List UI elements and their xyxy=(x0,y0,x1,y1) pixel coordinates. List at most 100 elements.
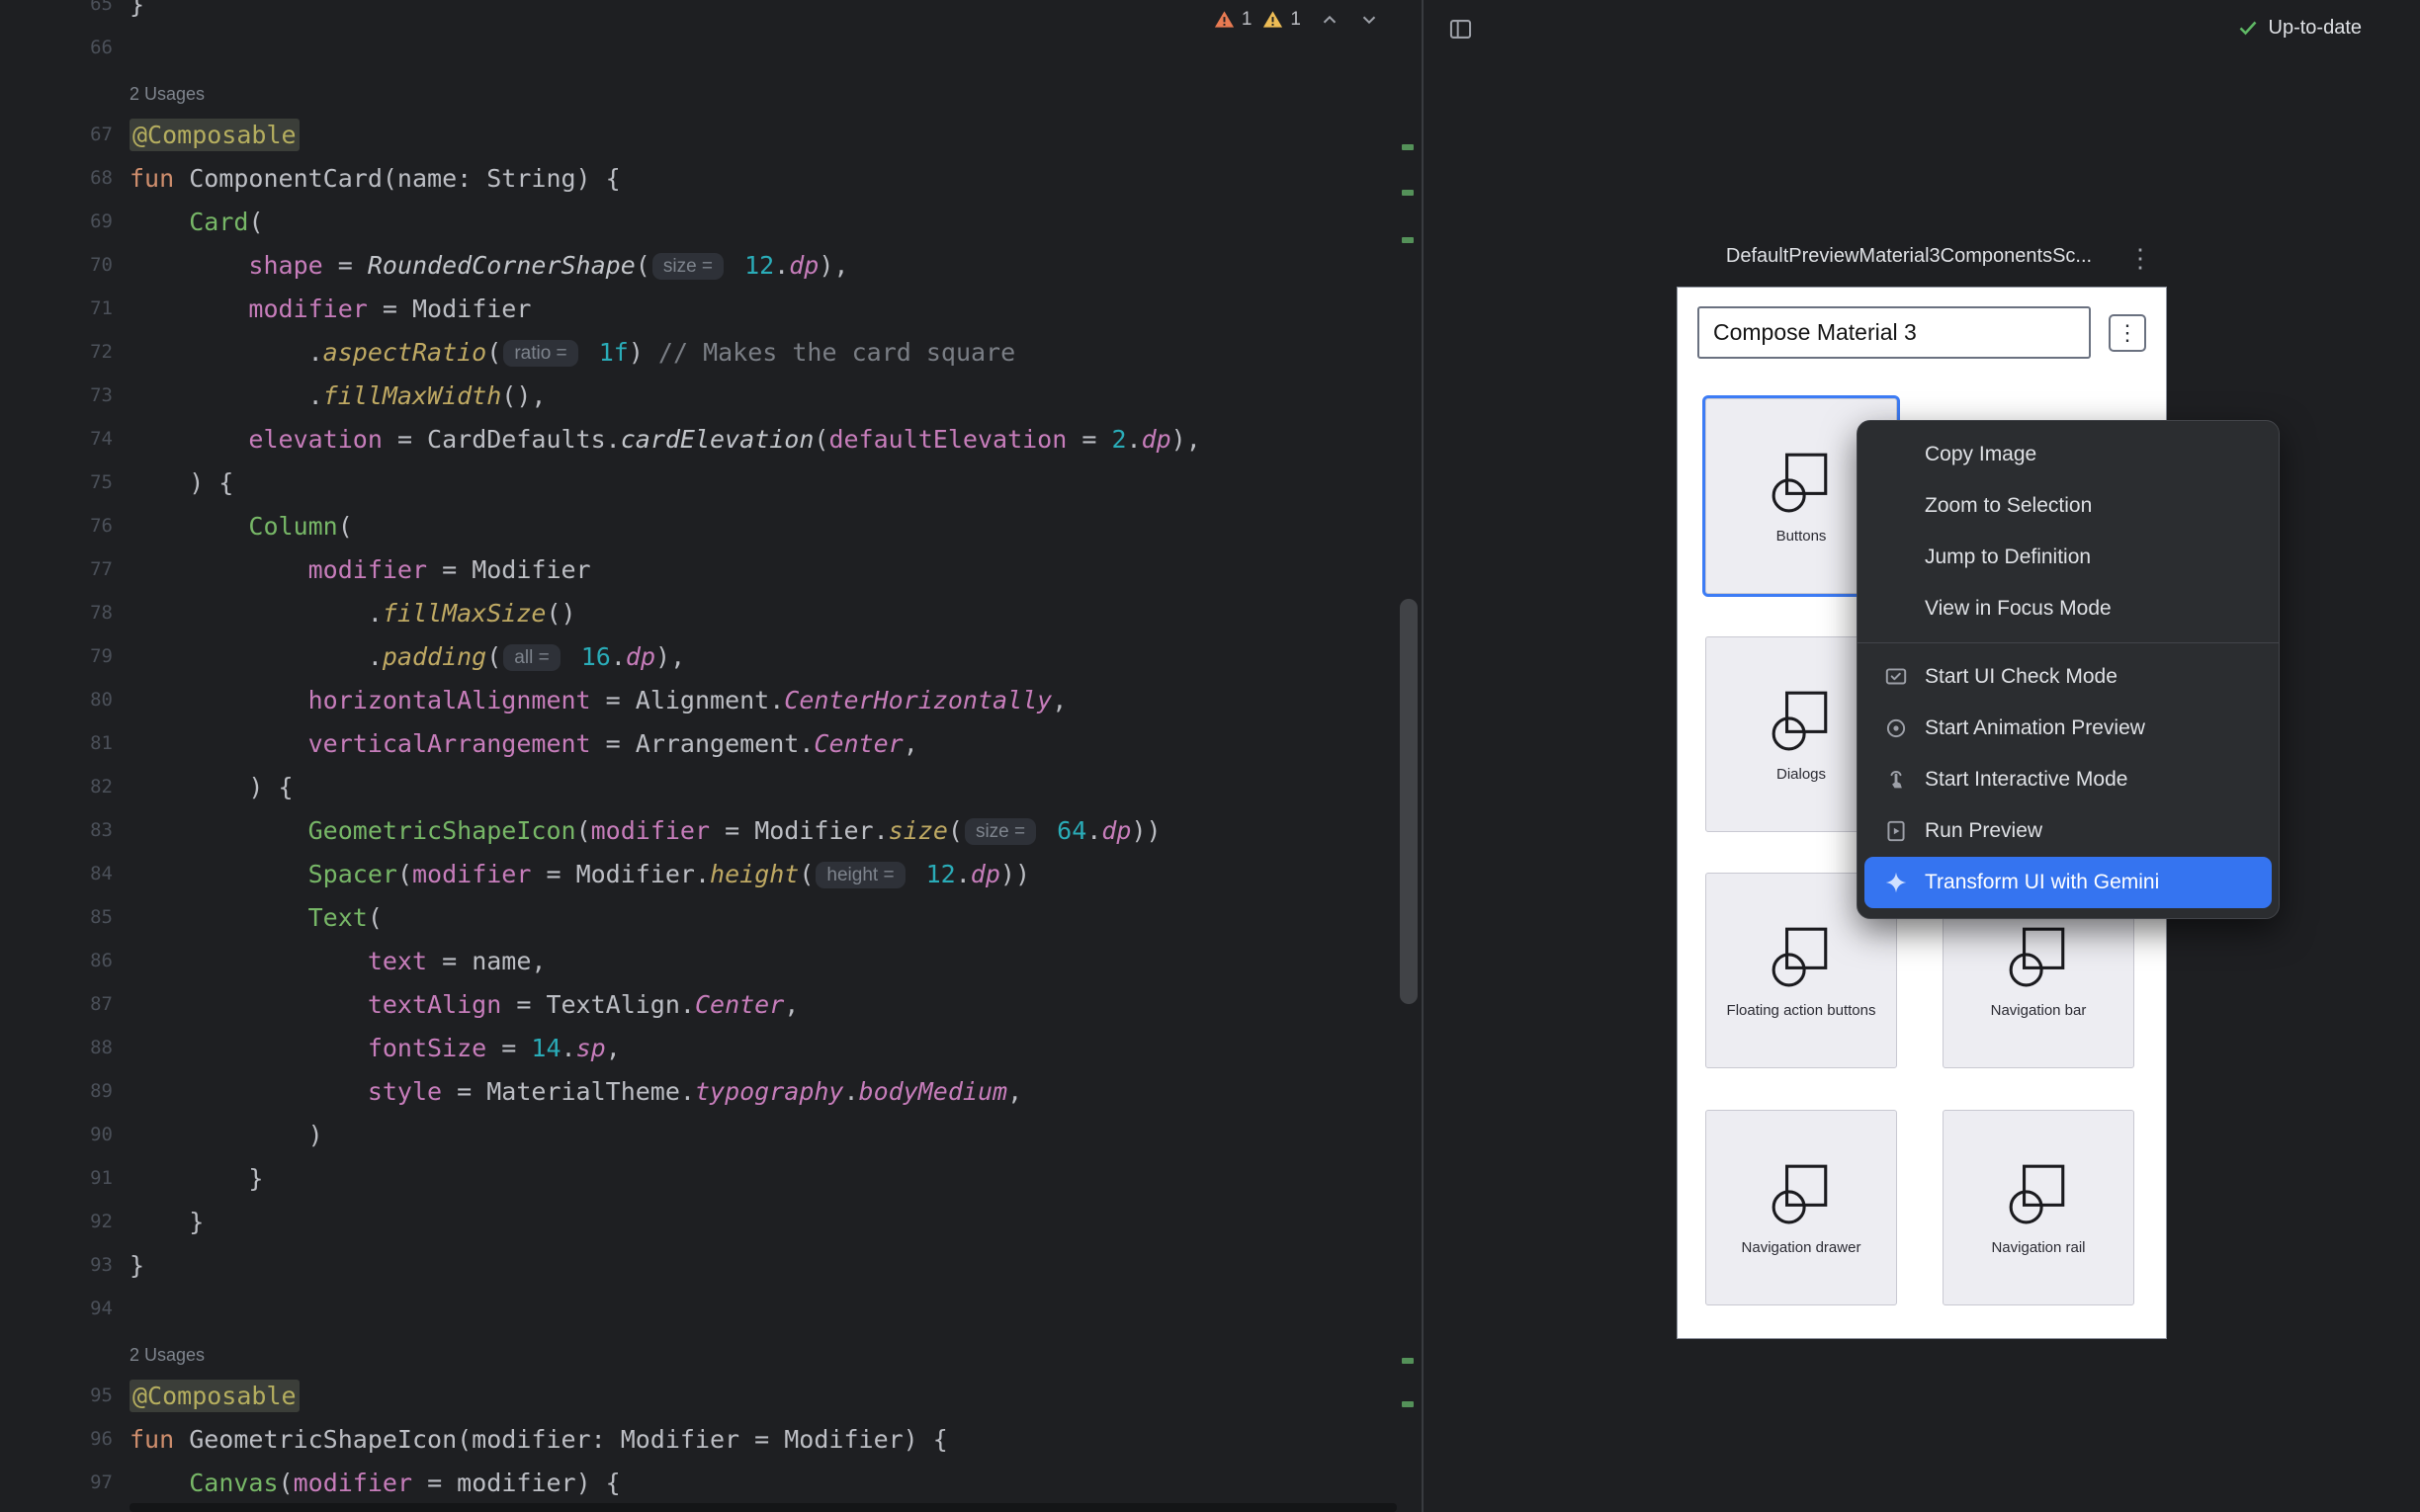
code-line[interactable]: 86 text = name, xyxy=(0,939,1396,982)
menu-item-zoom-to-selection[interactable]: Zoom to Selection xyxy=(1864,480,2272,532)
code-line[interactable]: 94 xyxy=(0,1287,1396,1330)
code-line[interactable]: 91 } xyxy=(0,1156,1396,1200)
line-number[interactable]: 86 xyxy=(0,950,113,971)
previous-issue-icon[interactable] xyxy=(1319,9,1340,31)
code-text[interactable]: 2 Usages xyxy=(113,77,205,106)
code-text[interactable]: .aspectRatio(ratio = 1f) // Makes the ca… xyxy=(113,338,1015,367)
line-number[interactable]: 81 xyxy=(0,732,113,754)
line-number[interactable]: 82 xyxy=(0,776,113,798)
line-number[interactable]: 68 xyxy=(0,167,113,189)
code-text[interactable]: Text( xyxy=(113,903,383,932)
code-text[interactable]: Card( xyxy=(113,208,264,236)
code-text[interactable]: Column( xyxy=(113,512,353,541)
code-text[interactable]: modifier = Modifier xyxy=(113,555,591,584)
code-text[interactable]: horizontalAlignment = Alignment.CenterHo… xyxy=(113,686,1067,714)
preview-options-button[interactable]: ⋮ xyxy=(2123,241,2157,275)
line-number[interactable]: 72 xyxy=(0,341,113,363)
line-number[interactable]: 75 xyxy=(0,471,113,493)
code-text[interactable]: } xyxy=(113,1208,204,1236)
code-text[interactable]: Spacer(modifier = Modifier.height(height… xyxy=(113,860,1030,888)
code-line[interactable]: 68fun ComponentCard(name: String) { xyxy=(0,156,1396,200)
code-editor[interactable]: 65}662 Usages67@Composable68fun Componen… xyxy=(0,0,1420,1512)
code-line[interactable]: 85 Text( xyxy=(0,895,1396,939)
line-number[interactable]: 78 xyxy=(0,602,113,624)
code-text[interactable]: ) { xyxy=(113,468,233,497)
line-number[interactable]: 91 xyxy=(0,1167,113,1189)
code-text[interactable]: text = name, xyxy=(113,947,546,975)
menu-item-transform-ui-with-gemini[interactable]: Transform UI with Gemini xyxy=(1864,857,2272,908)
line-number[interactable]: 70 xyxy=(0,254,113,276)
line-number[interactable]: 67 xyxy=(0,124,113,145)
line-number[interactable]: 83 xyxy=(0,819,113,841)
code-text[interactable]: Canvas(modifier = modifier) { xyxy=(113,1469,621,1497)
code-text[interactable]: fun ComponentCard(name: String) { xyxy=(113,164,621,193)
code-line[interactable]: 89 style = MaterialTheme.typography.body… xyxy=(0,1069,1396,1113)
code-line[interactable]: 90 ) xyxy=(0,1113,1396,1156)
code-line[interactable]: 71 modifier = Modifier xyxy=(0,287,1396,330)
menu-item-start-interactive-mode[interactable]: Start Interactive Mode xyxy=(1864,754,2272,805)
line-number[interactable]: 71 xyxy=(0,297,113,319)
code-line[interactable]: 65} xyxy=(0,0,1396,26)
code-text[interactable]: } xyxy=(113,0,144,19)
code-line[interactable]: 92 } xyxy=(0,1200,1396,1243)
code-line[interactable]: 73 .fillMaxWidth(), xyxy=(0,374,1396,417)
line-number[interactable]: 95 xyxy=(0,1385,113,1406)
menu-item-copy-image[interactable]: Copy Image xyxy=(1864,429,2272,480)
line-number[interactable]: 79 xyxy=(0,645,113,667)
code-line[interactable]: 96fun GeometricShapeIcon(modifier: Modif… xyxy=(0,1417,1396,1461)
line-number[interactable]: 76 xyxy=(0,515,113,537)
inspections-widget[interactable]: 1 1 xyxy=(1213,8,1380,31)
code-text[interactable]: .fillMaxWidth(), xyxy=(113,381,546,410)
editor-scrollbar[interactable] xyxy=(1396,0,1420,1512)
code-line[interactable]: 78 .fillMaxSize() xyxy=(0,591,1396,634)
next-issue-icon[interactable] xyxy=(1358,9,1380,31)
line-number[interactable]: 90 xyxy=(0,1124,113,1145)
code-text[interactable]: 2 Usages xyxy=(113,1338,205,1367)
code-text[interactable]: fontSize = 14.sp, xyxy=(113,1034,621,1062)
code-text[interactable]: } xyxy=(113,1164,263,1193)
code-text[interactable]: .padding(all = 16.dp), xyxy=(113,642,685,671)
code-line[interactable]: 88 fontSize = 14.sp, xyxy=(0,1026,1396,1069)
code-lines[interactable]: 65}662 Usages67@Composable68fun Componen… xyxy=(0,0,1396,1504)
code-line[interactable]: 74 elevation = CardDefaults.cardElevatio… xyxy=(0,417,1396,461)
code-line[interactable]: 70 shape = RoundedCornerShape(size = 12.… xyxy=(0,243,1396,287)
line-number[interactable]: 65 xyxy=(0,0,113,15)
code-line[interactable]: 67@Composable xyxy=(0,113,1396,156)
code-text[interactable]: ) xyxy=(113,1121,323,1149)
code-line[interactable]: 79 .padding(all = 16.dp), xyxy=(0,634,1396,678)
code-text[interactable]: @Composable xyxy=(113,121,300,149)
code-text[interactable]: ) { xyxy=(113,773,294,801)
code-text[interactable]: GeometricShapeIcon(modifier = Modifier.s… xyxy=(113,816,1162,845)
code-line[interactable]: 84 Spacer(modifier = Modifier.height(hei… xyxy=(0,852,1396,895)
scrollbar-thumb[interactable] xyxy=(1400,599,1418,1004)
line-number[interactable]: 89 xyxy=(0,1080,113,1102)
code-text[interactable]: style = MaterialTheme.typography.bodyMed… xyxy=(113,1077,1022,1106)
line-number[interactable]: 88 xyxy=(0,1037,113,1058)
line-number[interactable]: 93 xyxy=(0,1254,113,1276)
code-line[interactable]: 95@Composable xyxy=(0,1374,1396,1417)
horizontal-scrollbar[interactable] xyxy=(130,1503,1397,1512)
line-number[interactable]: 74 xyxy=(0,428,113,450)
line-number[interactable]: 92 xyxy=(0,1211,113,1232)
code-text[interactable]: elevation = CardDefaults.cardElevation(d… xyxy=(113,425,1201,454)
code-text[interactable]: @Composable xyxy=(113,1382,300,1410)
menu-item-view-in-focus-mode[interactable]: View in Focus Mode xyxy=(1864,583,2272,634)
preview-layout-button[interactable] xyxy=(1443,12,1477,45)
code-line[interactable]: 77 modifier = Modifier xyxy=(0,547,1396,591)
code-text[interactable]: .fillMaxSize() xyxy=(113,599,576,628)
code-line[interactable]: 76 Column( xyxy=(0,504,1396,547)
menu-item-start-animation-preview[interactable]: Start Animation Preview xyxy=(1864,703,2272,754)
line-number[interactable]: 87 xyxy=(0,993,113,1015)
code-line[interactable]: 93} xyxy=(0,1243,1396,1287)
code-line[interactable]: 75 ) { xyxy=(0,461,1396,504)
preview-card-navigation-rail[interactable]: Navigation rail xyxy=(1943,1110,2134,1305)
menu-item-run-preview[interactable]: Run Preview xyxy=(1864,805,2272,857)
code-line[interactable]: 80 horizontalAlignment = Alignment.Cente… xyxy=(0,678,1396,721)
code-line[interactable]: 66 xyxy=(0,26,1396,69)
line-number[interactable]: 97 xyxy=(0,1471,113,1493)
code-line[interactable]: 82 ) { xyxy=(0,765,1396,808)
code-text[interactable]: verticalArrangement = Arrangement.Center… xyxy=(113,729,918,758)
line-number[interactable]: 94 xyxy=(0,1298,113,1319)
code-text[interactable]: modifier = Modifier xyxy=(113,294,531,323)
line-number[interactable]: 77 xyxy=(0,558,113,580)
